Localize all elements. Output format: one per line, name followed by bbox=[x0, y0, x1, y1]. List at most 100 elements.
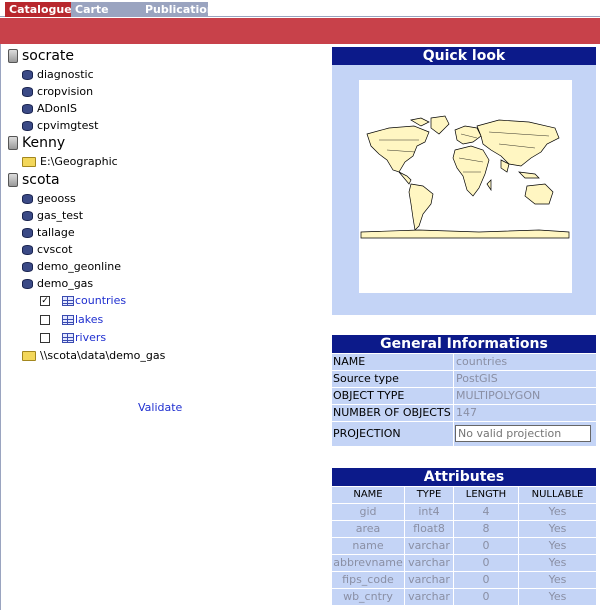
database-icon bbox=[22, 103, 33, 114]
attr-col-type: TYPE bbox=[405, 487, 453, 503]
tree-node-label: demo_geonline bbox=[37, 260, 121, 273]
tab-carte[interactable]: Carte bbox=[71, 2, 137, 17]
layer-checkbox[interactable] bbox=[40, 314, 50, 325]
attr-cell: varchar bbox=[405, 572, 453, 588]
tree-server-scota[interactable]: scota bbox=[8, 172, 60, 188]
tree-db-demo-gas[interactable]: demo_gas bbox=[22, 277, 93, 290]
tree-node-label: diagnostic bbox=[37, 68, 94, 81]
tree-node-label: gas_test bbox=[37, 209, 84, 222]
tab-catalogue[interactable]: Catalogue bbox=[5, 2, 72, 17]
tree-server-kenny[interactable]: Kenny bbox=[8, 135, 65, 151]
folder-icon bbox=[22, 350, 36, 361]
table-icon bbox=[62, 314, 74, 325]
quick-look-preview bbox=[359, 80, 572, 293]
tab-publication[interactable]: Publication bbox=[137, 2, 215, 17]
attr-cell: varchar bbox=[405, 589, 453, 605]
attributes-header: Attributes bbox=[332, 468, 596, 486]
tree-layer-rivers[interactable]: rivers bbox=[40, 331, 106, 344]
attr-cell: varchar bbox=[405, 555, 453, 571]
layer-checkbox[interactable] bbox=[40, 332, 50, 343]
left-border bbox=[0, 44, 1, 610]
attr-cell: Yes bbox=[519, 521, 596, 537]
table-icon bbox=[62, 332, 74, 343]
attr-cell: 0 bbox=[454, 572, 518, 588]
database-icon bbox=[22, 120, 33, 131]
info-value: PostGIS bbox=[454, 371, 596, 387]
tree-db-cpvimgtest[interactable]: cpvimgtest bbox=[22, 119, 98, 132]
database-icon bbox=[22, 244, 33, 255]
tree-db-cropvision[interactable]: cropvision bbox=[22, 85, 93, 98]
attr-cell: gid bbox=[332, 504, 404, 520]
tree-server-socrate[interactable]: socrate bbox=[8, 48, 74, 64]
tree-node-label: cpvimgtest bbox=[37, 119, 99, 132]
attr-cell: fips_code bbox=[332, 572, 404, 588]
tree-node-label: Kenny bbox=[22, 135, 66, 151]
database-icon bbox=[22, 227, 33, 238]
database-icon bbox=[22, 193, 33, 204]
info-key: NUMBER OF OBJECTS bbox=[332, 405, 453, 421]
attr-cell: area bbox=[332, 521, 404, 537]
info-row-source-type: Source type PostGIS bbox=[332, 371, 596, 387]
info-key: OBJECT TYPE bbox=[332, 388, 453, 404]
tree-db-cvscot[interactable]: cvscot bbox=[22, 243, 72, 256]
attr-cell: 0 bbox=[454, 555, 518, 571]
tree-db-gas-test[interactable]: gas_test bbox=[22, 209, 83, 222]
world-map-image bbox=[360, 115, 570, 239]
attr-cell: 4 bbox=[454, 504, 518, 520]
attr-col-name: NAME bbox=[332, 487, 404, 503]
attr-cell: Yes bbox=[519, 572, 596, 588]
tree-node-label: \\scota\data\demo_gas bbox=[40, 349, 166, 362]
tree-db-demo-geonline[interactable]: demo_geonline bbox=[22, 260, 121, 273]
attr-cell: int4 bbox=[405, 504, 453, 520]
server-icon bbox=[8, 49, 18, 63]
tree-layer-lakes[interactable]: lakes bbox=[40, 313, 103, 326]
info-key: Source type bbox=[332, 371, 453, 387]
info-row-number-of-objects: NUMBER OF OBJECTS 147 bbox=[332, 405, 596, 421]
quick-look-header: Quick look bbox=[332, 47, 596, 65]
attr-cell: name bbox=[332, 538, 404, 554]
attr-cell: varchar bbox=[405, 538, 453, 554]
info-value: MULTIPOLYGON bbox=[454, 388, 596, 404]
attr-cell: 8 bbox=[454, 521, 518, 537]
tree-db-tallage[interactable]: tallage bbox=[22, 226, 75, 239]
info-value: countries bbox=[454, 354, 596, 370]
tree-db-adonis[interactable]: ADonIS bbox=[22, 102, 77, 115]
layer-link[interactable]: lakes bbox=[75, 313, 103, 326]
attr-cell: abbrevname bbox=[332, 555, 404, 571]
attr-cell: wb_cntry bbox=[332, 589, 404, 605]
tree-db-diagnostic[interactable]: diagnostic bbox=[22, 68, 94, 81]
tree-folder-demo-gas[interactable]: \\scota\data\demo_gas bbox=[22, 349, 165, 362]
table-icon bbox=[62, 295, 74, 306]
attr-cell: 0 bbox=[454, 538, 518, 554]
tree-folder-geographic[interactable]: E:\Geographic bbox=[22, 155, 118, 168]
attr-cell: Yes bbox=[519, 589, 596, 605]
info-row-object-type: OBJECT TYPE MULTIPOLYGON bbox=[332, 388, 596, 404]
layer-checkbox-checked[interactable]: ✓ bbox=[40, 295, 50, 306]
tree-node-label: demo_gas bbox=[37, 277, 94, 290]
info-value: 147 bbox=[454, 405, 596, 421]
tree-db-geooss[interactable]: geooss bbox=[22, 192, 76, 205]
layer-link[interactable]: countries bbox=[75, 294, 126, 307]
attr-cell: 0 bbox=[454, 589, 518, 605]
database-icon bbox=[22, 210, 33, 221]
attr-cell: Yes bbox=[519, 504, 596, 520]
general-info-header: General Informations bbox=[332, 335, 596, 353]
tab-bar: Catalogue Carte Publication bbox=[0, 0, 600, 17]
server-icon bbox=[8, 173, 18, 187]
projection-input[interactable] bbox=[455, 425, 591, 442]
tree-node-label: cvscot bbox=[37, 243, 73, 256]
database-icon bbox=[22, 69, 33, 80]
attr-col-nullable: NULLABLE bbox=[519, 487, 596, 503]
info-key: PROJECTION bbox=[332, 422, 453, 446]
layer-link[interactable]: rivers bbox=[75, 331, 106, 344]
validate-link[interactable]: Validate bbox=[138, 401, 182, 414]
tree-node-label: ADonIS bbox=[37, 102, 77, 115]
database-icon bbox=[22, 86, 33, 97]
database-icon bbox=[22, 261, 33, 272]
tree-layer-countries[interactable]: ✓ countries bbox=[40, 294, 126, 307]
server-icon bbox=[8, 136, 18, 150]
tree-node-label: tallage bbox=[37, 226, 75, 239]
attr-cell: Yes bbox=[519, 555, 596, 571]
info-key: NAME bbox=[332, 354, 453, 370]
attr-cell: float8 bbox=[405, 521, 453, 537]
